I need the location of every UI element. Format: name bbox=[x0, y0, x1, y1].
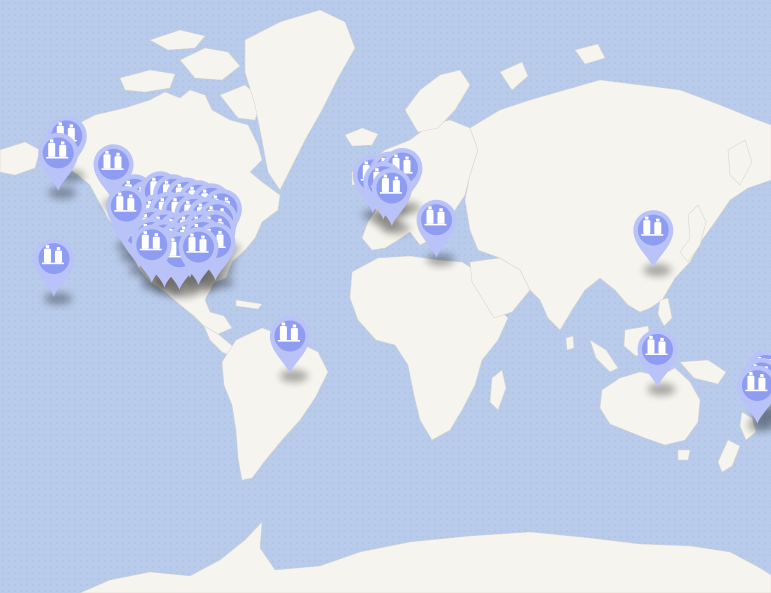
world-map[interactable] bbox=[0, 0, 771, 593]
marker-shadow bbox=[647, 383, 676, 396]
marker-shadow bbox=[44, 292, 72, 305]
marker-shadow bbox=[381, 222, 410, 235]
marker-shadow bbox=[279, 370, 308, 383]
marker-shadow bbox=[188, 281, 217, 294]
marker-shadow bbox=[643, 264, 672, 277]
land-tasmania bbox=[677, 449, 691, 461]
land-sri-lanka bbox=[565, 335, 575, 351]
marker-shadow bbox=[426, 253, 455, 266]
map-canvas[interactable] bbox=[0, 0, 771, 593]
marker-shadow bbox=[48, 186, 77, 199]
